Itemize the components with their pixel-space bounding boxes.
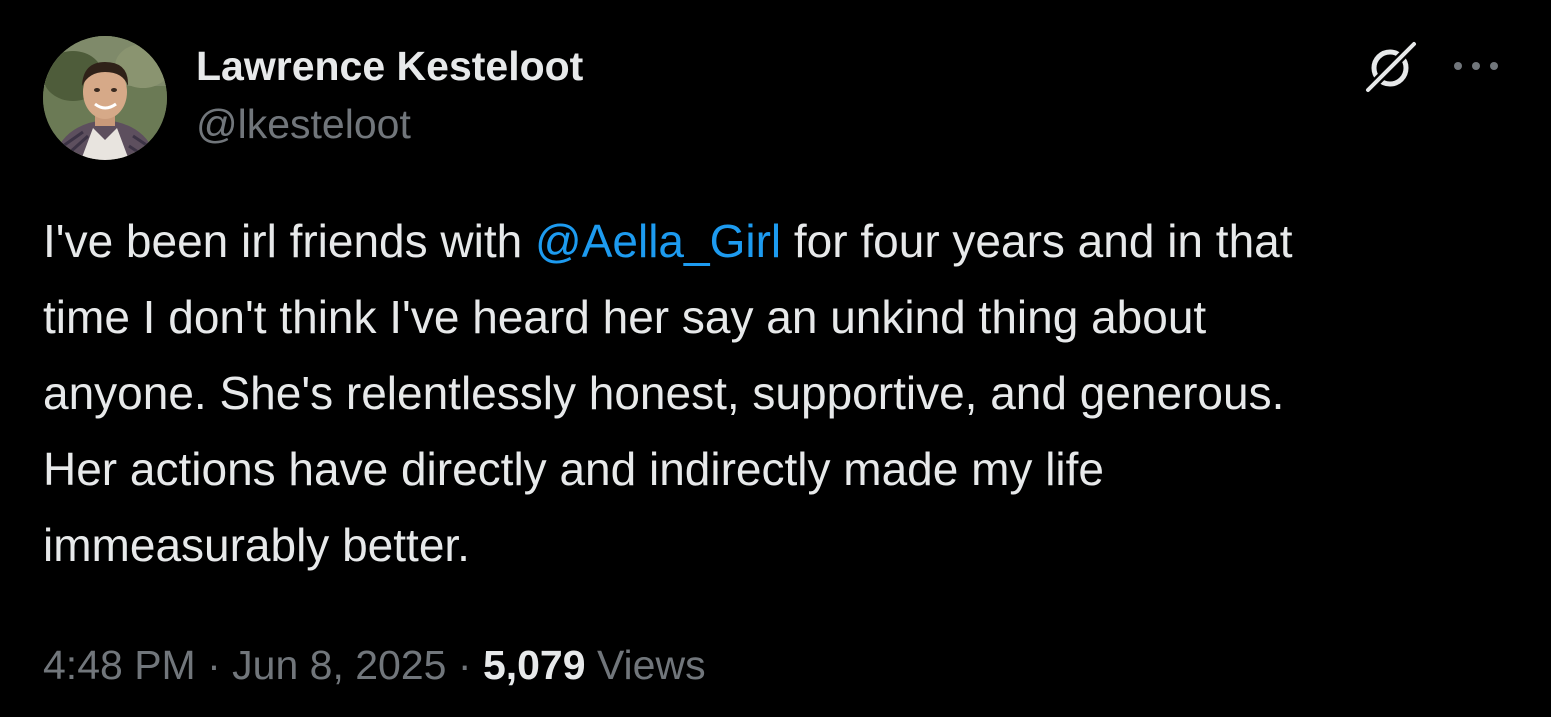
mention-link[interactable]: @Aella_Girl bbox=[535, 215, 781, 267]
meta-separator: · bbox=[207, 642, 221, 688]
tweet-time[interactable]: 4:48 PM bbox=[43, 642, 196, 688]
tweet-card: Lawrence Kesteloot @lkesteloot I've been… bbox=[0, 0, 1551, 717]
tweet-date[interactable]: Jun 8, 2025 bbox=[232, 642, 446, 688]
tweet-text-line: I've been irl friends with @Aella_Girl f… bbox=[43, 203, 1513, 279]
grok-slash-icon[interactable] bbox=[1360, 36, 1420, 96]
tweet-text-segment: I've been irl friends with bbox=[43, 215, 536, 267]
views-label: Views bbox=[596, 642, 706, 688]
tweet-text-line: Her actions have directly and indirectly… bbox=[43, 443, 1105, 495]
more-horizontal-icon[interactable] bbox=[1448, 50, 1504, 82]
author-handle[interactable]: @lkesteloot bbox=[196, 98, 583, 150]
views-count: 5,079 bbox=[482, 642, 586, 688]
tweet-text-line: anyone. She's relentlessly honest, suppo… bbox=[43, 367, 1285, 419]
tweet-text-line: time I don't think I've heard her say an… bbox=[43, 291, 1207, 343]
tweet-text-segment: for four years and in that bbox=[781, 215, 1293, 267]
tweet-meta: 4:48 PM · Jun 8, 2025 · 5,079 Views bbox=[43, 637, 706, 693]
avatar-photo bbox=[43, 36, 167, 160]
tweet-text: I've been irl friends with @Aella_Girl f… bbox=[43, 203, 1513, 583]
tweet-text-line: immeasurably better. bbox=[43, 519, 470, 571]
author-display-name[interactable]: Lawrence Kesteloot bbox=[196, 40, 583, 92]
author-info: Lawrence Kesteloot @lkesteloot bbox=[196, 40, 583, 150]
meta-separator: · bbox=[457, 642, 472, 688]
author-avatar[interactable] bbox=[43, 36, 167, 160]
